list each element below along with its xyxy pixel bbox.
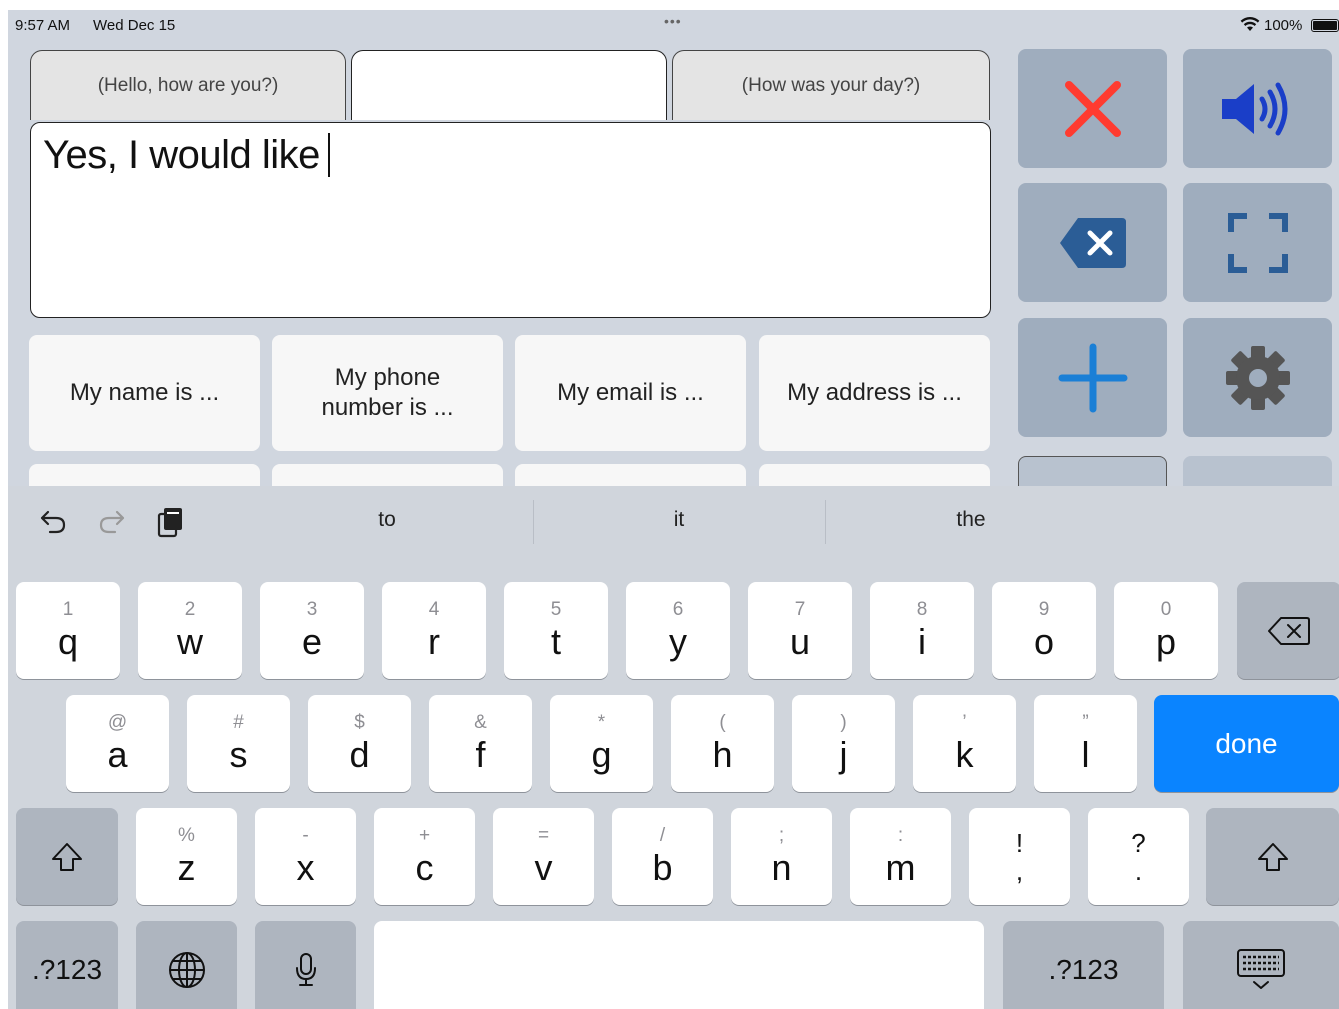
key-k[interactable]: ’ k [913, 695, 1016, 792]
key-r[interactable]: 4r [382, 582, 486, 679]
more-button[interactable] [1183, 456, 1332, 486]
battery-icon [1311, 19, 1339, 32]
phrase-button-phone[interactable]: My phone number is ... [272, 335, 503, 451]
key-question-period[interactable]: ?. [1088, 808, 1189, 905]
key-t[interactable]: 5t [504, 582, 608, 679]
compose-text: Yes, I would like [43, 133, 320, 177]
dictation-key[interactable] [255, 921, 356, 1009]
key-d[interactable]: $ d [308, 695, 411, 792]
space-key[interactable] [374, 921, 984, 1009]
undo-icon[interactable] [38, 506, 68, 536]
shift-icon [1257, 842, 1288, 871]
numbers-key-right[interactable]: .?123 [1003, 921, 1164, 1009]
globe-icon [168, 951, 205, 988]
status-date: Wed Dec 15 [93, 17, 176, 34]
key-c[interactable]: + c [374, 808, 475, 905]
key-i[interactable]: 8i [870, 582, 974, 679]
backspace-key[interactable] [1237, 582, 1339, 679]
done-key[interactable]: done [1154, 695, 1339, 792]
redo-icon[interactable] [97, 506, 127, 536]
key-q[interactable]: 1q [16, 582, 120, 679]
delete-button[interactable] [1018, 183, 1167, 302]
history-tab-next[interactable]: (How was your day?) [672, 50, 990, 120]
more-button[interactable] [1018, 456, 1167, 486]
fullscreen-button[interactable] [1183, 183, 1332, 302]
speak-button[interactable] [1183, 49, 1332, 168]
status-bar: 9:57 AM Wed Dec 15 ••• 100% [8, 10, 1339, 40]
phrase-label: My phone number is ... [321, 364, 454, 421]
keyboard: to it the 1q 2w 3e 4r 5t 6y 7u 8i 9o 0p … [8, 486, 1339, 1009]
key-s[interactable]: # s [187, 695, 290, 792]
key-j[interactable]: ) j [792, 695, 895, 792]
microphone-icon [295, 952, 316, 986]
key-b[interactable]: / b [612, 808, 713, 905]
dismiss-keyboard-key[interactable] [1183, 921, 1339, 1009]
compose-text-area[interactable]: Yes, I would like [30, 122, 991, 318]
phrase-button-email[interactable]: My email is ... [515, 335, 746, 451]
key-exclamation-comma[interactable]: !, [969, 808, 1070, 905]
suggestion-2[interactable]: it [534, 508, 824, 532]
key-w[interactable]: 2w [138, 582, 242, 679]
key-a[interactable]: @ a [66, 695, 169, 792]
key-g[interactable]: * g [550, 695, 653, 792]
gear-icon [1225, 345, 1290, 410]
wifi-icon [1240, 16, 1260, 31]
paste-icon[interactable] [156, 506, 186, 538]
numbers-key-left[interactable]: .?123 [16, 921, 118, 1009]
battery-percent: 100% [1264, 17, 1303, 34]
key-x[interactable]: -x [255, 808, 356, 905]
status-time: 9:57 AM [15, 17, 71, 34]
key-e[interactable]: 3e [260, 582, 364, 679]
shift-key-left[interactable] [16, 808, 118, 905]
key-u[interactable]: 7u [748, 582, 852, 679]
fullscreen-icon [1227, 212, 1288, 273]
key-p[interactable]: 0p [1114, 582, 1218, 679]
plus-icon [1058, 343, 1127, 412]
key-m[interactable]: :m [850, 808, 951, 905]
key-v[interactable]: = v [493, 808, 594, 905]
close-icon [1064, 80, 1121, 137]
shift-icon [52, 842, 82, 871]
phrase-button-address[interactable]: My address is ... [759, 335, 990, 451]
delete-backward-icon [1059, 217, 1126, 268]
keyboard-dismiss-icon [1237, 948, 1285, 989]
history-tab-previous[interactable]: (Hello, how are you?) [30, 50, 346, 120]
key-o[interactable]: 9o [992, 582, 1096, 679]
backspace-icon [1268, 616, 1310, 645]
key-h[interactable]: (h [671, 695, 774, 792]
phrase-button-name[interactable]: My name is ... [29, 335, 260, 451]
text-caret [327, 133, 330, 177]
speaker-icon [1221, 82, 1287, 135]
multitasking-dots[interactable]: ••• [664, 13, 682, 29]
key-n[interactable]: ; n [731, 808, 832, 905]
clear-button[interactable] [1018, 49, 1167, 168]
key-f[interactable]: & f [429, 695, 532, 792]
key-z[interactable]: % z [136, 808, 237, 905]
key-y[interactable]: 6y [626, 582, 730, 679]
suggestion-3[interactable]: the [826, 508, 1116, 532]
globe-key[interactable] [136, 921, 237, 1009]
history-tab-current[interactable] [351, 50, 667, 120]
add-button[interactable] [1018, 318, 1167, 437]
key-l[interactable]: ” l [1034, 695, 1137, 792]
app-screen: 9:57 AM Wed Dec 15 ••• 100% (Hello, how … [8, 10, 1339, 1009]
shift-key-right[interactable] [1206, 808, 1339, 905]
settings-button[interactable] [1183, 318, 1332, 437]
suggestion-1[interactable]: to [242, 508, 532, 532]
